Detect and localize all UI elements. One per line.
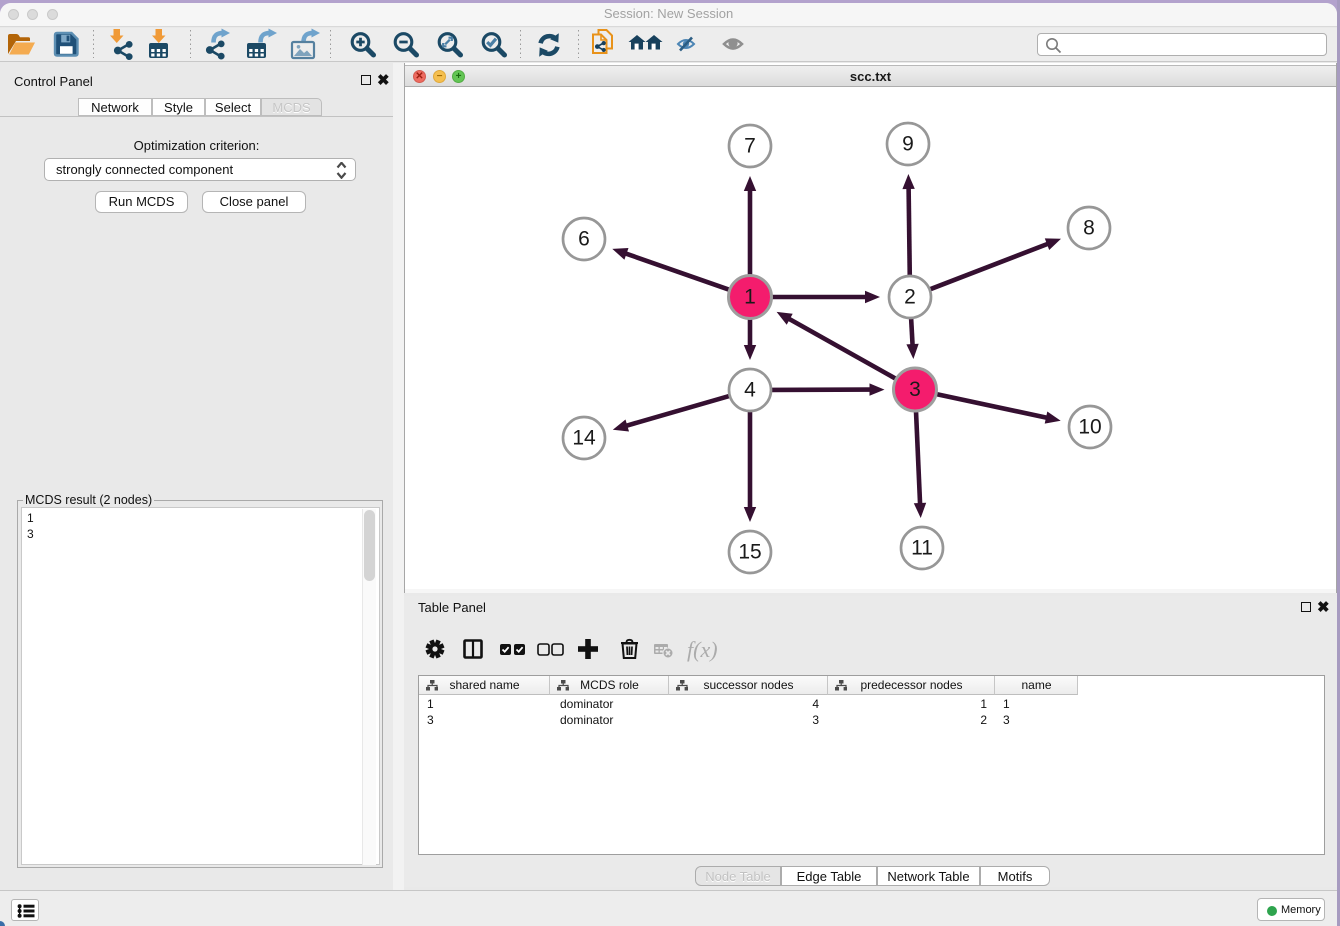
svg-text:f(x): f(x) xyxy=(687,637,718,662)
svg-text:14: 14 xyxy=(572,427,596,450)
svg-text:6: 6 xyxy=(578,228,590,251)
svg-text:7: 7 xyxy=(744,135,756,158)
svg-text:9: 9 xyxy=(902,133,914,156)
svg-text:15: 15 xyxy=(738,541,761,564)
svg-text:10: 10 xyxy=(1078,416,1101,439)
svg-text:4: 4 xyxy=(744,379,756,402)
svg-text:11: 11 xyxy=(911,537,933,560)
svg-text:2: 2 xyxy=(904,286,916,309)
svg-text:1: 1 xyxy=(744,286,756,309)
svg-text:3: 3 xyxy=(909,378,921,401)
svg-text:8: 8 xyxy=(1083,217,1095,240)
